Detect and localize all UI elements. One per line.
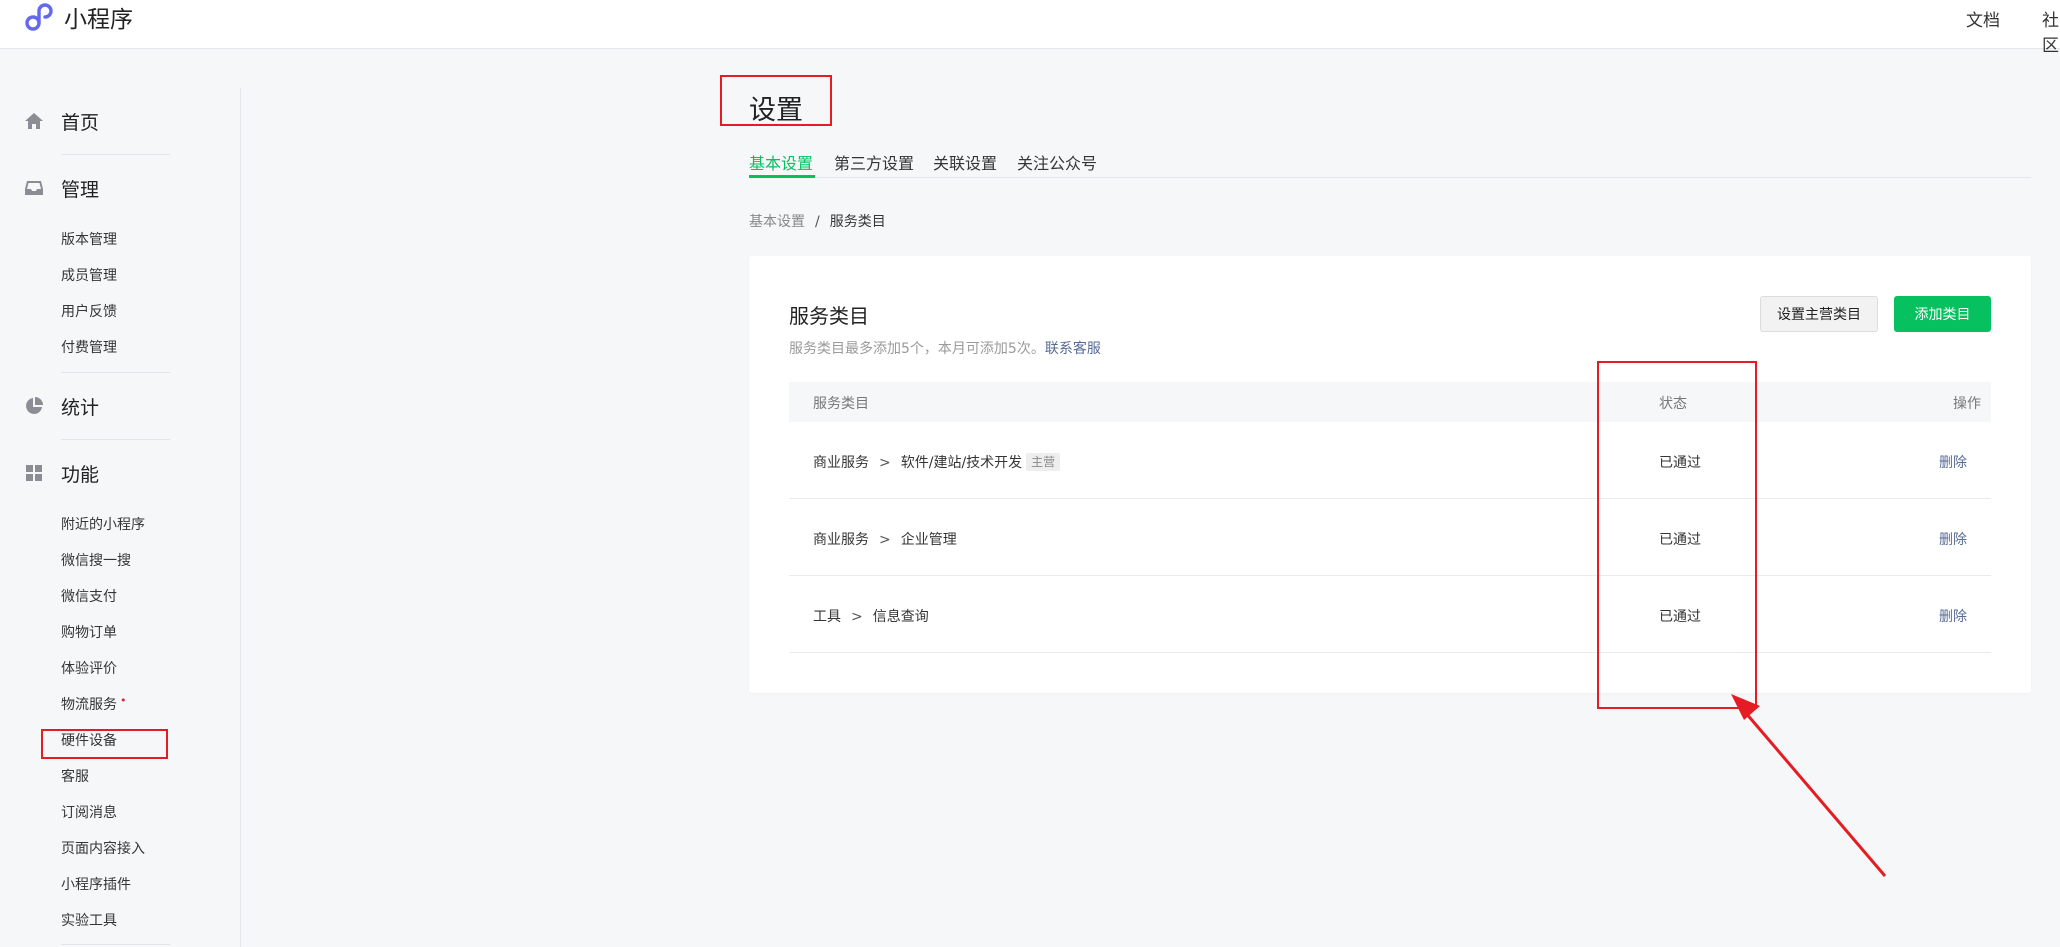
sidebar-item-version[interactable]: 版本管理	[61, 229, 117, 249]
set-main-category-button[interactable]: 设置主营类目	[1760, 296, 1878, 332]
sidebar-divider	[240, 88, 241, 947]
column-header-action: 操作	[1953, 396, 1981, 412]
mini-program-logo-icon	[25, 3, 53, 31]
new-dot: •	[120, 694, 127, 707]
category-path: 商业服务 > 软件/建站/技术开发 主营	[813, 452, 1061, 472]
tab-linked[interactable]: 关联设置	[933, 150, 997, 174]
sidebar-item-features[interactable]: 功能	[0, 460, 240, 486]
category-separator: >	[851, 609, 863, 625]
card-description: 服务类目最多添加5个，本月可添加5次。联系客服	[789, 338, 1101, 358]
breadcrumb-current: 服务类目	[829, 214, 886, 230]
logo[interactable]: 小程序	[22, 0, 133, 34]
sidebar-group-label: 功能	[61, 464, 100, 486]
active-tab-indicator	[749, 175, 815, 178]
app-name: 小程序	[64, 7, 133, 33]
divider	[61, 372, 170, 373]
annotation-box-hardware	[41, 729, 168, 759]
sidebar-item-review[interactable]: 体验评价	[61, 658, 117, 678]
sidebar-item-logistics[interactable]: 物流服务 •	[61, 694, 127, 714]
inbox-icon	[25, 181, 43, 195]
breadcrumb-parent[interactable]: 基本设置	[749, 214, 805, 230]
sidebar-item-plugin[interactable]: 小程序插件	[61, 874, 131, 894]
sidebar-item-label: 物流服务	[61, 697, 117, 713]
docs-link[interactable]: 文档	[1966, 6, 2000, 31]
category-level1: 商业服务	[813, 532, 869, 548]
add-category-button[interactable]: 添加类目	[1894, 296, 1991, 332]
tab-third-party[interactable]: 第三方设置	[834, 150, 914, 174]
sidebar-item-home[interactable]: 首页	[0, 108, 240, 134]
category-path: 商业服务 > 企业管理	[813, 529, 957, 549]
sidebar-item-manage[interactable]: 管理	[0, 175, 240, 201]
tab-follow-account[interactable]: 关注公众号	[1017, 150, 1097, 174]
home-icon	[25, 113, 43, 129]
breadcrumb-separator: /	[815, 214, 820, 230]
sidebar-item-lab[interactable]: 实验工具	[61, 910, 117, 930]
divider	[61, 154, 170, 155]
contact-support-link[interactable]: 联系客服	[1045, 341, 1101, 357]
sidebar-item-members[interactable]: 成员管理	[61, 265, 117, 285]
category-level2: 企业管理	[900, 532, 957, 548]
pie-chart-icon	[26, 397, 43, 414]
sidebar-item-stats[interactable]: 统计	[0, 393, 240, 419]
sidebar-item-feedback[interactable]: 用户反馈	[61, 301, 117, 321]
sidebar-item-nearby[interactable]: 附近的小程序	[61, 514, 145, 534]
community-link[interactable]: 社区	[2042, 6, 2060, 56]
sidebar-group-label: 统计	[61, 397, 100, 419]
tab-basic[interactable]: 基本设置	[749, 150, 813, 174]
main-category-tag: 主营	[1026, 453, 1061, 471]
sidebar-item-billing[interactable]: 付费管理	[61, 337, 117, 357]
sidebar-item-pay[interactable]: 微信支付	[61, 586, 117, 606]
category-separator: >	[879, 532, 891, 548]
delete-link[interactable]: 删除	[1939, 606, 1967, 626]
divider	[61, 944, 170, 945]
annotation-box-title	[720, 75, 832, 126]
category-separator: >	[879, 455, 891, 471]
table-row: 商业服务 > 软件/建站/技术开发 主营 已通过 删除	[789, 422, 1991, 499]
annotation-box-status	[1597, 361, 1757, 709]
divider	[61, 439, 170, 440]
delete-link[interactable]: 删除	[1939, 529, 1967, 549]
desc-text: 服务类目最多添加5个，本月可添加5次。	[789, 341, 1045, 357]
sidebar-item-subscribe[interactable]: 订阅消息	[61, 802, 117, 822]
category-level2: 信息查询	[872, 609, 929, 625]
sidebar-item-search[interactable]: 微信搜一搜	[61, 550, 131, 570]
sidebar-item-service[interactable]: 客服	[61, 766, 89, 786]
sidebar-item-orders[interactable]: 购物订单	[61, 622, 117, 642]
service-category-card: 服务类目 服务类目最多添加5个，本月可添加5次。联系客服 设置主营类目 添加类目…	[749, 256, 2031, 693]
column-header-category: 服务类目	[813, 396, 869, 412]
sidebar-item-content[interactable]: 页面内容接入	[61, 838, 145, 858]
settings-tabs: 基本设置 第三方设置 关联设置 关注公众号	[749, 147, 2031, 178]
delete-link[interactable]: 删除	[1939, 452, 1967, 472]
table-header: 服务类目 状态 操作	[789, 382, 1991, 422]
top-bar: 小程序 文档 社区	[0, 0, 2060, 56]
table-row: 工具 > 信息查询 已通过 删除	[789, 576, 1991, 653]
breadcrumb: 基本设置 / 服务类目	[749, 211, 886, 231]
tab-label: 基本设置	[749, 154, 814, 173]
card-title: 服务类目	[789, 304, 869, 328]
category-level2: 软件/建站/技术开发	[900, 455, 1023, 471]
grid-icon	[26, 465, 42, 481]
table-row: 商业服务 > 企业管理 已通过 删除	[789, 499, 1991, 576]
category-level1: 商业服务	[813, 455, 869, 471]
category-path: 工具 > 信息查询	[813, 606, 929, 626]
sidebar-group-label: 管理	[61, 179, 100, 201]
category-level1: 工具	[813, 609, 841, 625]
sidebar-group-label: 首页	[61, 112, 100, 134]
